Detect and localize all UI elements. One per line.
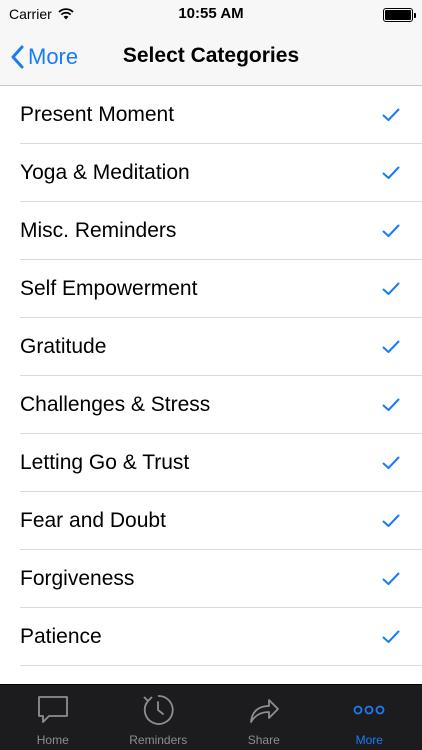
category-row[interactable]: Patience xyxy=(0,608,422,666)
checkmark-icon xyxy=(382,108,400,121)
category-row[interactable]: Gratitude xyxy=(0,318,422,376)
checkmark-icon xyxy=(382,456,400,469)
category-label: Patience xyxy=(20,625,102,648)
category-row[interactable]: Fear and Doubt xyxy=(0,492,422,550)
status-time: 10:55 AM xyxy=(178,5,244,22)
tab-home[interactable]: Home xyxy=(0,685,106,750)
category-row[interactable]: Forgiveness xyxy=(0,550,422,608)
tab-label: Reminders xyxy=(129,733,188,747)
category-row[interactable]: Self Empowerment xyxy=(0,260,422,318)
checkmark-icon xyxy=(382,514,400,527)
tab-share[interactable]: Share xyxy=(211,685,317,750)
category-label: Present Moment xyxy=(20,103,175,126)
tab-label: Home xyxy=(36,733,69,747)
category-label: Challenges & Stress xyxy=(20,393,211,416)
share-arrow-icon xyxy=(249,699,279,723)
battery-fill xyxy=(385,10,411,20)
category-label: Letting Go & Trust xyxy=(20,451,190,474)
category-label: Yoga & Meditation xyxy=(20,161,190,184)
nav-bar: More Select Categories xyxy=(0,30,422,86)
category-row[interactable]: Misc. Reminders xyxy=(0,202,422,260)
checkmark-icon xyxy=(382,398,400,411)
tab-label: Share xyxy=(247,733,280,747)
speech-bubble-icon xyxy=(37,696,68,723)
checkmark-icon xyxy=(382,630,400,643)
category-list: Present Moment Yoga & Meditation Misc. R… xyxy=(0,86,422,684)
header: Carrier 10:55 AM More Select Categories xyxy=(0,0,422,86)
checkmark-icon xyxy=(382,572,400,585)
category-label: Fear and Doubt xyxy=(20,509,166,532)
tab-reminders[interactable]: Reminders xyxy=(106,685,212,750)
screen: Carrier 10:55 AM More Select Categories xyxy=(0,0,422,750)
category-row[interactable]: Yoga & Meditation xyxy=(0,144,422,202)
battery-icon xyxy=(383,8,416,22)
status-bar: Carrier 10:55 AM xyxy=(0,0,422,30)
checkmark-icon xyxy=(382,166,400,179)
category-label: Gratitude xyxy=(20,335,107,358)
category-label: Misc. Reminders xyxy=(20,219,177,242)
tab-more[interactable]: More xyxy=(317,685,422,750)
category-row[interactable]: Present Moment xyxy=(0,86,422,144)
category-label: Forgiveness xyxy=(20,567,135,590)
clock-icon xyxy=(143,695,174,725)
category-row[interactable]: Challenges & Stress xyxy=(0,376,422,434)
tab-bar: Home Reminders Share More xyxy=(0,684,422,750)
checkmark-icon xyxy=(382,340,400,353)
page-title: Select Categories xyxy=(122,44,300,67)
tab-label: More xyxy=(355,733,383,747)
checkmark-icon xyxy=(382,224,400,237)
checkmark-icon xyxy=(382,282,400,295)
category-row[interactable]: Letting Go & Trust xyxy=(0,434,422,492)
category-label: Self Empowerment xyxy=(20,277,198,300)
ellipsis-icon xyxy=(353,705,385,715)
